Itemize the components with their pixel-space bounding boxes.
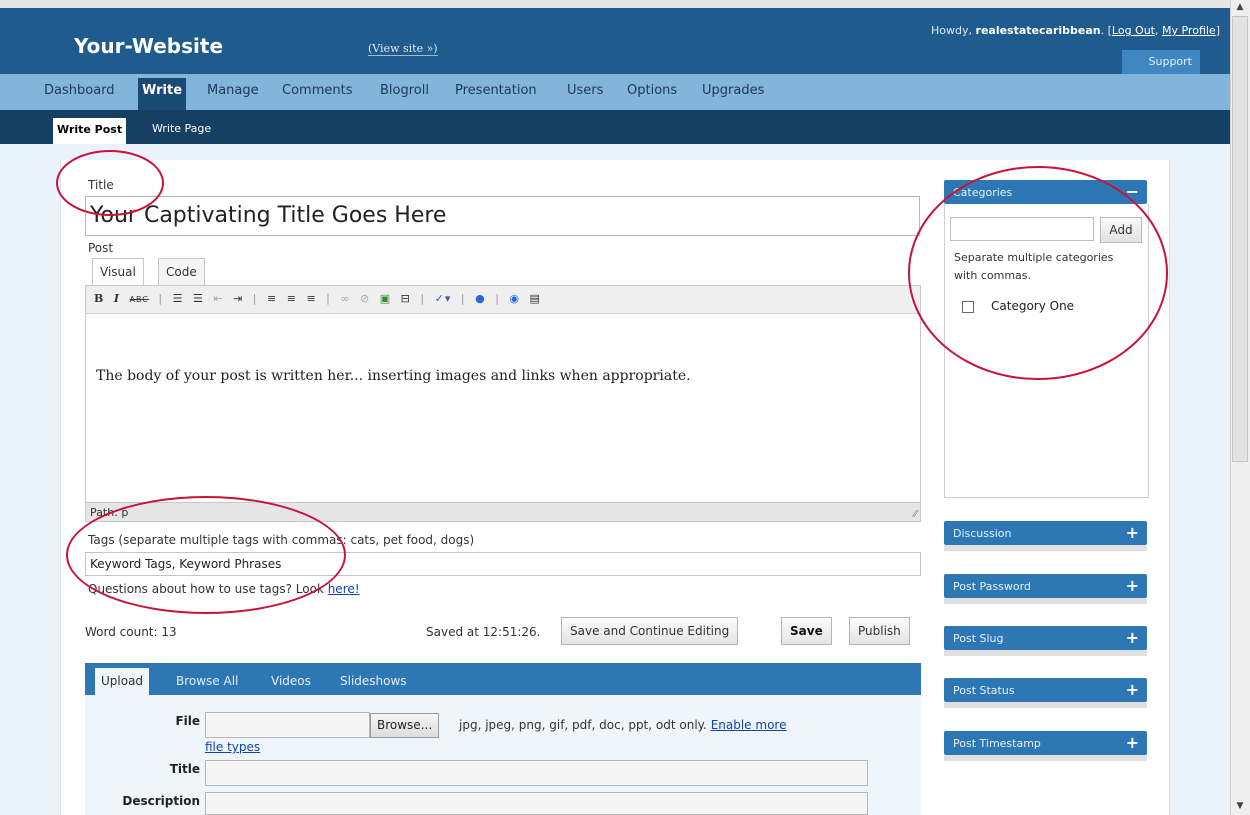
align-right-icon[interactable]: ≡ <box>306 292 316 305</box>
annotation-circle-title <box>56 150 164 216</box>
post-timestamp-box-shadow <box>944 755 1147 761</box>
upload-title-label: Title <box>169 762 200 776</box>
strikethrough-icon[interactable]: ABC <box>129 295 148 304</box>
main-nav: Dashboard Write Manage Comments Blogroll… <box>0 74 1230 110</box>
sub-nav: Write Post Write Page <box>0 110 1230 144</box>
nav-dashboard[interactable]: Dashboard <box>44 83 115 98</box>
align-left-icon[interactable]: ≡ <box>267 292 277 305</box>
post-password-box-header[interactable]: Post Password + <box>944 574 1147 598</box>
more-icon[interactable]: ⊟ <box>401 292 411 305</box>
help-icon[interactable]: ● <box>475 292 486 305</box>
save-continue-button[interactable]: Save and Continue Editing <box>561 617 739 645</box>
tab-code[interactable]: Code <box>158 258 205 285</box>
title-input[interactable]: Your Captivating Title Goes Here <box>85 196 920 236</box>
upload-description-input[interactable] <box>205 792 868 815</box>
resize-grip-icon[interactable]: ⁄⁄ <box>914 509 917 520</box>
admin-header: Your-Website (View site ») Howdy, reales… <box>0 8 1230 74</box>
post-status-box-shadow <box>944 702 1147 708</box>
nav-presentation[interactable]: Presentation <box>455 83 537 98</box>
file-label: File <box>175 714 200 728</box>
numbered-list-icon[interactable]: ☰ <box>193 292 204 305</box>
file-types-text: jpg, jpeg, png, gif, pdf, doc, ppt, odt … <box>459 718 786 732</box>
expand-icon[interactable]: + <box>1126 733 1139 752</box>
italic-icon[interactable]: I <box>114 292 120 305</box>
upload-tabs: Upload Browse All Videos Slideshows <box>85 663 921 695</box>
upload-description-label: Description <box>122 794 200 808</box>
publish-button[interactable]: Publish <box>849 617 910 645</box>
nav-write[interactable]: Write <box>138 78 187 110</box>
howdy-text: Howdy, <box>931 24 973 37</box>
post-body-text[interactable]: The body of your post is written her... … <box>96 368 691 384</box>
expand-icon[interactable]: + <box>1126 523 1139 542</box>
scrollbar-thumb[interactable] <box>1232 16 1248 462</box>
upload-tab-videos[interactable]: Videos <box>271 674 311 688</box>
expand-icon[interactable]: + <box>1126 628 1139 647</box>
post-slug-title: Post Slug <box>953 632 1004 645</box>
kitchen-sink-icon[interactable]: ▤ <box>530 292 541 305</box>
file-input[interactable] <box>205 712 370 738</box>
post-timestamp-box-header[interactable]: Post Timestamp + <box>944 731 1147 755</box>
user-info: Howdy, realestatecaribbean. [Log Out, My… <box>931 24 1220 37</box>
unlink-icon[interactable]: ⊘ <box>360 292 370 305</box>
outdent-icon[interactable]: ⇤ <box>213 292 223 305</box>
indent-icon[interactable]: ⇥ <box>233 292 243 305</box>
browse-button[interactable]: Browse... <box>370 713 440 738</box>
file-types: jpg, jpeg, png, gif, pdf, doc, ppt, odt … <box>459 718 707 732</box>
wordpress-icon[interactable]: ◉ <box>509 292 520 305</box>
view-site-link[interactable]: (View site ») <box>368 42 438 56</box>
discussion-box-header[interactable]: Discussion + <box>944 521 1147 545</box>
tags-help-link[interactable]: here! <box>328 582 360 596</box>
editor-toolbar: B I ABC | ☰ ☰ ⇤ ⇥ | ≡ ≡ ≡ | ∞ ⊘ ▣ ⊟ | ✓▾… <box>86 286 920 314</box>
nav-users[interactable]: Users <box>567 83 603 98</box>
upload-tab-upload[interactable]: Upload <box>95 668 150 695</box>
post-status-title: Post Status <box>953 684 1015 697</box>
subnav-write-post[interactable]: Write Post <box>53 118 127 144</box>
logout-link[interactable]: Log Out <box>1112 24 1155 37</box>
enable-more-link-cont[interactable]: file types <box>205 740 260 754</box>
annotation-circle-categories <box>908 166 1168 380</box>
annotation-circle-tags <box>66 496 346 614</box>
image-icon[interactable]: ▣ <box>380 292 391 305</box>
expand-icon[interactable]: + <box>1126 680 1139 699</box>
upload-title-input[interactable] <box>205 760 868 786</box>
site-title[interactable]: Your-Website <box>74 34 223 58</box>
post-editor[interactable]: B I ABC | ☰ ☰ ⇤ ⇥ | ≡ ≡ ≡ | ∞ ⊘ ▣ ⊟ | ✓▾… <box>85 285 921 522</box>
username: realestatecaribbean <box>975 24 1101 37</box>
support-button[interactable]: Support <box>1122 50 1200 74</box>
link-icon[interactable]: ∞ <box>340 292 350 305</box>
tab-visual[interactable]: Visual <box>92 258 144 285</box>
scroll-up-icon[interactable]: ▲ <box>1230 0 1250 16</box>
scroll-down-icon[interactable]: ▼ <box>1230 799 1250 815</box>
saved-at: Saved at 12:51:26. <box>426 625 541 639</box>
nav-options[interactable]: Options <box>627 83 677 98</box>
nav-upgrades[interactable]: Upgrades <box>702 83 764 98</box>
post-slug-box-shadow <box>944 650 1147 656</box>
nav-blogroll[interactable]: Blogroll <box>380 83 429 98</box>
save-button[interactable]: Save <box>781 617 832 645</box>
spellcheck-icon[interactable]: ✓▾ <box>435 292 452 305</box>
upload-tab-slideshows[interactable]: Slideshows <box>340 674 407 688</box>
profile-link[interactable]: My Profile <box>1162 24 1216 37</box>
post-label: Post <box>88 241 114 255</box>
bullet-list-icon[interactable]: ☰ <box>173 292 184 305</box>
discussion-box-shadow <box>944 545 1147 551</box>
word-count: Word count: 13 <box>85 625 177 639</box>
align-center-icon[interactable]: ≡ <box>287 292 297 305</box>
post-slug-box-header[interactable]: Post Slug + <box>944 626 1147 650</box>
subnav-write-page[interactable]: Write Page <box>152 122 211 135</box>
upload-tab-browse-all[interactable]: Browse All <box>176 674 238 688</box>
discussion-title: Discussion <box>953 527 1012 540</box>
expand-icon[interactable]: + <box>1126 576 1139 595</box>
post-timestamp-title: Post Timestamp <box>953 737 1041 750</box>
post-password-box-shadow <box>944 598 1147 604</box>
nav-comments[interactable]: Comments <box>282 83 352 98</box>
bold-icon[interactable]: B <box>94 292 104 305</box>
browser-top-strip <box>0 0 1230 8</box>
post-password-title: Post Password <box>953 580 1031 593</box>
nav-manage[interactable]: Manage <box>207 83 259 98</box>
post-status-box-header[interactable]: Post Status + <box>944 678 1147 702</box>
enable-more-link[interactable]: Enable more <box>711 718 787 732</box>
